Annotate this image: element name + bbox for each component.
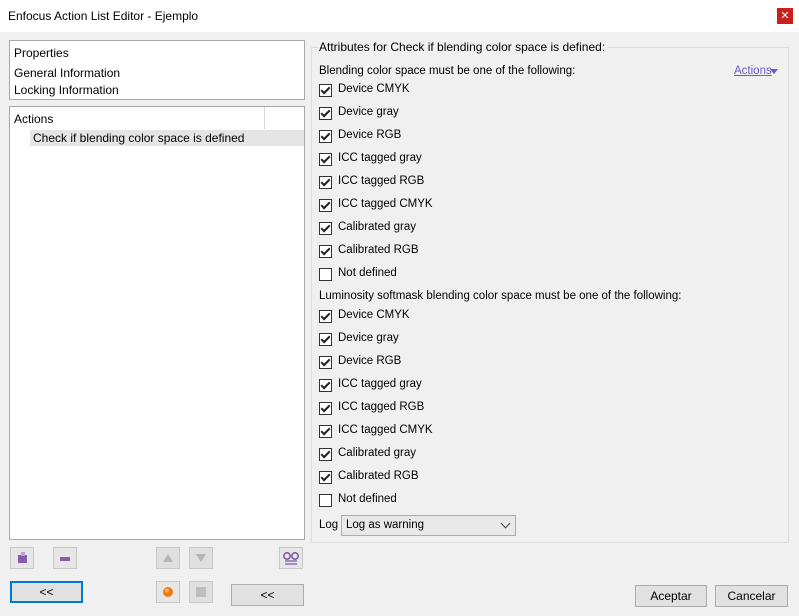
actions-panel: Actions Check if blending color space is… [9,106,305,540]
stop-icon [196,587,206,597]
softmask-checkbox[interactable] [319,448,332,461]
log-select-value: Log as warning [346,519,424,531]
blending-checkbox[interactable] [319,268,332,281]
blending-label: Blending color space must be one of the … [319,65,576,77]
move-up-button[interactable] [156,547,180,569]
softmask-checkbox-label: ICC tagged gray [338,378,422,390]
title-bar: Enfocus Action List Editor - Ejemplo ✕ [0,0,799,32]
remove-icon [60,557,70,561]
softmask-checkbox-label: Calibrated RGB [338,470,419,482]
blending-checkbox-label: Device gray [338,106,399,118]
cancel-button[interactable]: Cancelar [715,585,788,607]
blending-checkbox[interactable] [319,245,332,258]
softmask-checkbox-label: Device CMYK [338,309,410,321]
arrow-down-icon [196,554,206,562]
softmask-checkbox-label: Not defined [338,493,397,505]
blending-checkbox-label: Not defined [338,267,397,279]
blending-checkbox-label: ICC tagged CMYK [338,198,433,210]
blending-checkbox[interactable] [319,176,332,189]
attributes-group-title: Attributes for Check if blending color s… [319,40,609,54]
softmask-label: Luminosity softmask blending color space… [319,290,682,302]
blending-checkbox-label: Device CMYK [338,83,410,95]
blending-checkbox-label: ICC tagged RGB [338,175,425,187]
blending-checkbox-label: Device RGB [338,129,402,141]
column-divider [264,107,265,129]
add-action-icon [18,552,27,563]
properties-item-general[interactable]: General Information [14,66,120,80]
add-action-button[interactable] [10,547,34,569]
softmask-checkbox[interactable] [319,310,332,323]
softmask-checkbox-label: ICC tagged RGB [338,401,425,413]
chevron-down-icon [500,518,511,529]
properties-panel: Properties General Information Locking I… [9,40,305,100]
window-title: Enfocus Action List Editor - Ejemplo [8,9,199,23]
softmask-checkbox[interactable] [319,425,332,438]
stop-button[interactable] [189,581,213,603]
softmask-checkbox-label: ICC tagged CMYK [338,424,433,436]
blending-checkbox[interactable] [319,153,332,166]
close-icon[interactable]: ✕ [777,8,793,24]
collapse-middle-button[interactable]: << [231,584,304,606]
preview-button[interactable] [279,547,303,569]
softmask-checkbox[interactable] [319,402,332,415]
softmask-checkbox[interactable] [319,379,332,392]
softmask-checkbox-label: Device RGB [338,355,402,367]
softmask-checkbox[interactable] [319,494,332,507]
log-label: Log [319,519,339,531]
blending-checkbox-label: Calibrated RGB [338,244,419,256]
dropdown-arrow-icon[interactable] [770,69,778,74]
actions-dropdown-link[interactable]: Actions [734,65,772,77]
properties-item-locking[interactable]: Locking Information [14,83,119,97]
blending-checkbox[interactable] [319,222,332,235]
softmask-checkbox-label: Calibrated gray [338,447,416,459]
blending-checkbox[interactable] [319,130,332,143]
blending-checkbox[interactable] [319,107,332,120]
ok-button[interactable]: Aceptar [635,585,707,607]
move-down-button[interactable] [189,547,213,569]
blending-checkbox[interactable] [319,84,332,97]
blending-checkbox-label: Calibrated gray [338,221,416,233]
action-list-item[interactable]: Check if blending color space is defined [30,130,304,146]
collapse-left-button[interactable]: << [10,581,83,603]
run-button[interactable] [156,581,180,603]
arrow-up-icon [163,554,173,562]
properties-header: Properties [14,46,69,60]
glasses-icon [283,552,299,565]
log-select[interactable]: Log as warning [341,515,516,536]
remove-action-button[interactable] [53,547,77,569]
blending-checkbox[interactable] [319,199,332,212]
blending-checkbox-label: ICC tagged gray [338,152,422,164]
action-item-label: Check if blending color space is defined [33,131,245,145]
softmask-checkbox[interactable] [319,471,332,484]
softmask-checkbox[interactable] [319,333,332,346]
softmask-checkbox[interactable] [319,356,332,369]
actions-header: Actions [14,112,54,126]
record-icon [163,587,173,597]
softmask-checkbox-label: Device gray [338,332,399,344]
